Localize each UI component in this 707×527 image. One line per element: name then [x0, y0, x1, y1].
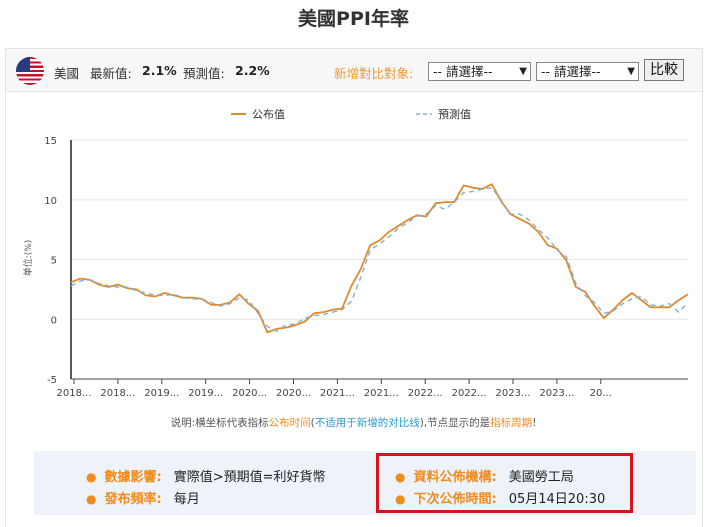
- y-tick-label: 0: [51, 315, 57, 326]
- compare-label: 新增對比對象:: [334, 66, 414, 81]
- x-tick-label: 2019...: [188, 388, 223, 399]
- chevron-down-icon: ▼: [627, 66, 635, 77]
- x-tick-label: 2023...: [539, 388, 574, 399]
- x-tick-label: 2020...: [276, 388, 311, 399]
- legend-forecast-label: 預測值: [438, 107, 471, 121]
- compare-select-1[interactable]: -- 請選擇-- ▼: [428, 62, 531, 81]
- chart-note: 说明:横坐标代表指标公布时间(不适用于新增的对比线),节点显示的是指标周期!: [0, 415, 707, 430]
- highlight-box: [376, 453, 633, 513]
- legend-actual-label: 公布值: [252, 108, 285, 121]
- x-tick-label: 2022...: [408, 388, 443, 399]
- frequency-label: 發布頻率:: [104, 492, 162, 507]
- note-text-1: 说明:横坐标代表指标: [170, 417, 269, 429]
- note-publish-time: 公布时间: [268, 417, 311, 429]
- bullet-icon: ●: [86, 492, 97, 506]
- y-tick-label: 5: [51, 256, 57, 267]
- x-tick-label: 2020...: [232, 388, 267, 399]
- x-tick-label: 2021...: [320, 388, 355, 399]
- x-tick-label: 2021...: [364, 388, 399, 399]
- y-tick-label: 10: [44, 196, 57, 207]
- frequency-value: 每月: [173, 492, 200, 507]
- country-label: 美國: [54, 66, 80, 81]
- impact-label: 數據影響:: [104, 470, 162, 485]
- compare-select-2[interactable]: -- 請選擇-- ▼: [536, 62, 639, 81]
- chart-series: [70, 183, 689, 334]
- forecast-label: 預測值:: [183, 66, 225, 81]
- x-tick-label: 2019...: [144, 388, 179, 399]
- latest-label: 最新值:: [90, 66, 132, 81]
- y-tick-label: 15: [44, 136, 57, 147]
- indicator-header: 美國 最新值: 2.1% 預測值: 2.2% 新增對比對象: -- 請選擇-- …: [6, 49, 702, 92]
- x-tick-label: 2018...: [57, 388, 92, 399]
- x-tick-label: 2022...: [452, 388, 487, 399]
- x-tick-label: 2018...: [100, 388, 135, 399]
- chart-legend: 公布值 預測值: [231, 107, 471, 121]
- chart-grid: [71, 139, 688, 320]
- y-axis-label: 单位:(%): [22, 240, 34, 277]
- us-flag-icon: [16, 57, 44, 85]
- impact-row: ● 數據影響: 實際值>預期值=利好貨幣: [86, 466, 325, 485]
- note-text-3: ),节点显示的是: [419, 417, 491, 429]
- compare-select-1-value: -- 請選擇--: [433, 64, 493, 79]
- compare-select-2-value: -- 請選擇--: [541, 64, 601, 79]
- actual-series-line: [70, 183, 689, 334]
- x-tick-label: 20...: [590, 388, 612, 399]
- bullet-icon: ●: [86, 470, 97, 484]
- latest-value: 2.1%: [142, 63, 177, 78]
- ppi-line-chart: 公布值 預測值 单位:(%) 151050-52018... 2018... 201…: [22, 107, 689, 399]
- page-title: 美國PPI年率: [298, 8, 409, 30]
- chart-axes: 151050-52018... 2018... 2019... 2019... 2020…: [44, 136, 688, 399]
- chevron-down-icon: ▼: [519, 66, 527, 77]
- note-text-4: !: [532, 417, 537, 429]
- x-tick-label: 2023...: [496, 388, 531, 399]
- y-tick-label: -5: [47, 375, 57, 386]
- compare-button[interactable]: 比較: [644, 59, 684, 81]
- forecast-value: 2.2%: [235, 63, 270, 78]
- note-period: 指标周期: [490, 417, 533, 429]
- frequency-row: ● 發布頻率: 每月: [86, 488, 200, 507]
- note-not-applicable: 不适用于新增的对比线: [314, 417, 420, 429]
- impact-value: 實際值>預期值=利好貨幣: [173, 470, 326, 485]
